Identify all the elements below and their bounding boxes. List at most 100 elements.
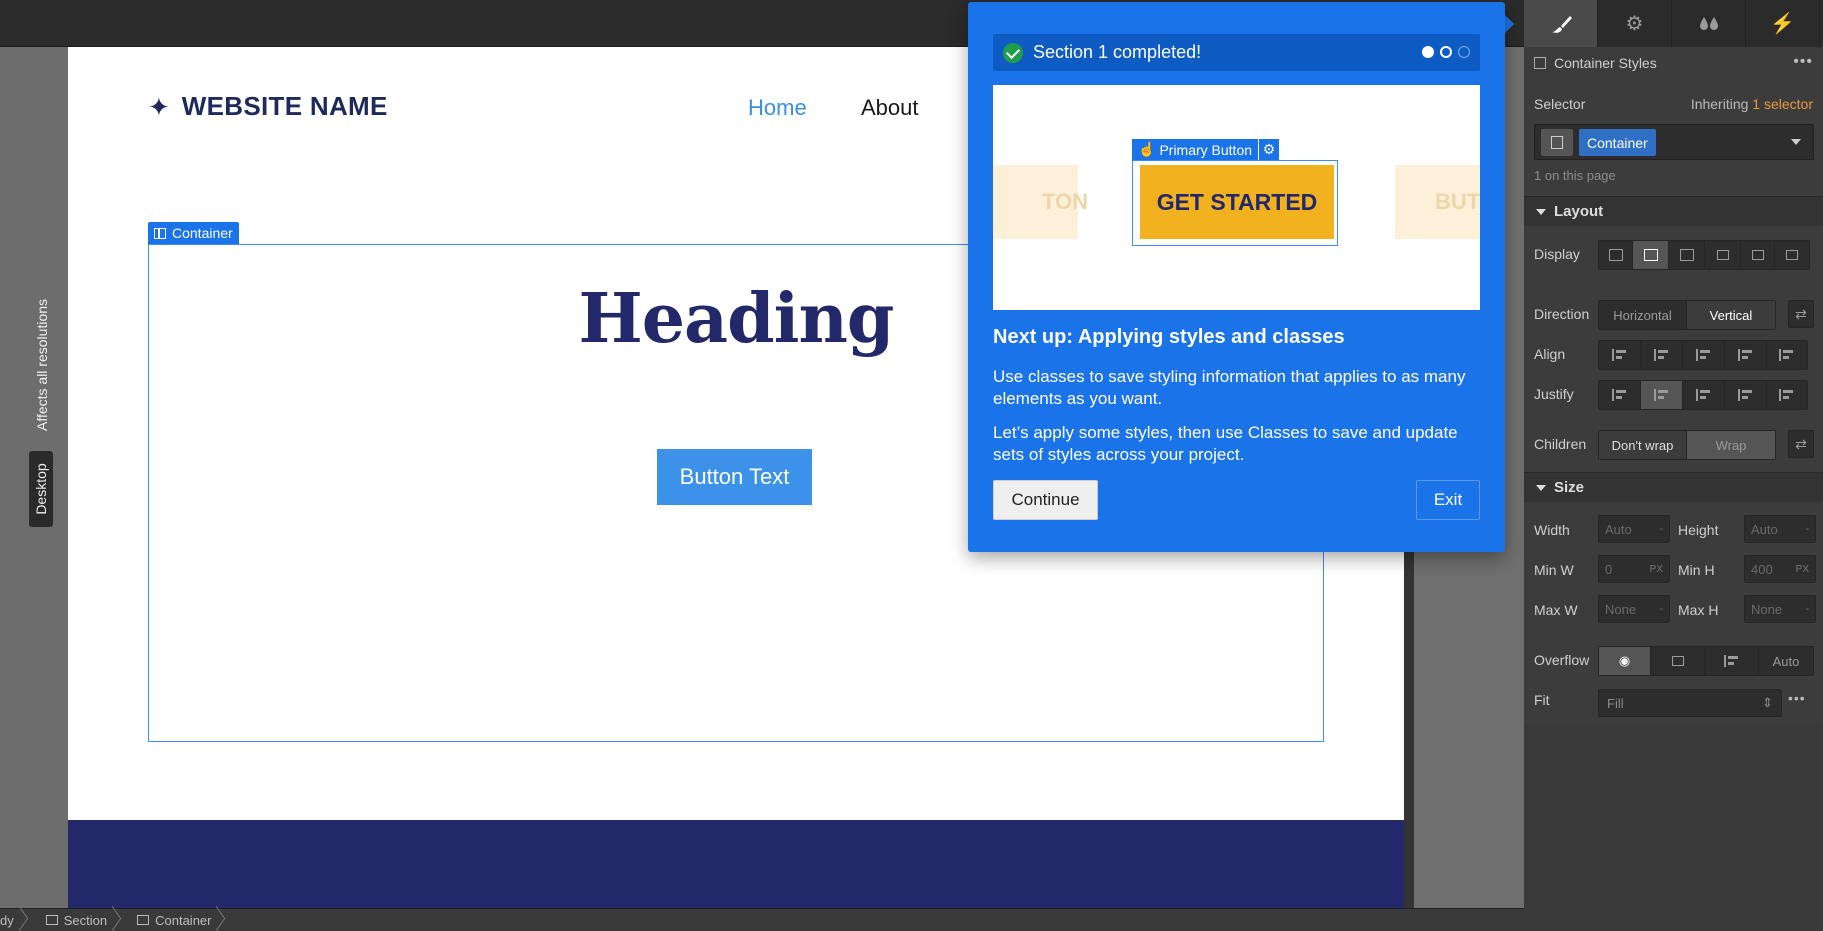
panel-more-icon[interactable]: ••• bbox=[1793, 53, 1813, 71]
ghost-button-left: TON bbox=[993, 165, 1088, 239]
display-inline-block-button[interactable] bbox=[1705, 241, 1741, 269]
align-options bbox=[1598, 340, 1808, 370]
align-end-button[interactable] bbox=[1683, 341, 1725, 369]
selector-field[interactable]: Container bbox=[1534, 124, 1814, 160]
reverse-direction-button[interactable]: ⇄ bbox=[1788, 300, 1814, 328]
scroll-icon bbox=[1723, 655, 1740, 667]
min-width-value: 0 bbox=[1605, 561, 1613, 577]
min-width-input[interactable]: 0 PX bbox=[1598, 555, 1670, 583]
children-wrap-button[interactable]: Wrap bbox=[1687, 431, 1775, 459]
swap-icon: ⇄ bbox=[1795, 435, 1807, 452]
progress-dot-todo bbox=[1458, 46, 1470, 58]
block-icon bbox=[1608, 249, 1623, 261]
children-wrap-options: Don't wrap Wrap bbox=[1598, 430, 1776, 460]
display-grid-button[interactable] bbox=[1669, 241, 1705, 269]
preview-get-started-button: GET STARTED bbox=[1140, 165, 1334, 239]
justify-around-button[interactable] bbox=[1767, 381, 1807, 409]
exit-button[interactable]: Exit bbox=[1416, 480, 1480, 520]
progress-dot-done bbox=[1422, 46, 1434, 58]
canvas-button[interactable]: Button Text bbox=[657, 449, 812, 505]
breadcrumb-body[interactable]: dy bbox=[0, 909, 24, 931]
breadcrumb-container[interactable]: Container bbox=[117, 909, 221, 931]
chevron-down-icon[interactable] bbox=[1791, 139, 1801, 145]
breadcrumb-container-label: Container bbox=[155, 912, 212, 928]
selector-chip-container[interactable]: Container bbox=[1579, 129, 1656, 156]
nav-link-home[interactable]: Home bbox=[748, 95, 807, 121]
fit-more-icon[interactable]: ••• bbox=[1788, 690, 1806, 706]
overflow-visible-button[interactable]: ◉ bbox=[1599, 647, 1651, 675]
inline-block-icon bbox=[1716, 250, 1729, 260]
overflow-label: Overflow bbox=[1534, 652, 1590, 668]
justify-between-button[interactable] bbox=[1725, 381, 1767, 409]
max-height-input[interactable]: None - bbox=[1744, 595, 1816, 623]
height-input[interactable]: Auto - bbox=[1744, 515, 1816, 543]
container-selection-tag[interactable]: Container bbox=[148, 222, 239, 244]
direction-horizontal-button[interactable]: Horizontal bbox=[1599, 301, 1687, 329]
site-brand[interactable]: ✦ WEBSITE NAME bbox=[148, 91, 388, 122]
display-flex-button[interactable] bbox=[1633, 241, 1669, 269]
caret-down-icon bbox=[1536, 484, 1546, 491]
selector-label: Selector bbox=[1534, 96, 1586, 112]
display-inline-button[interactable] bbox=[1741, 241, 1775, 269]
reverse-wrap-button[interactable]: ⇄ bbox=[1788, 430, 1814, 458]
justify-start-icon bbox=[1611, 389, 1628, 401]
align-baseline-button[interactable] bbox=[1767, 341, 1807, 369]
continue-button[interactable]: Continue bbox=[993, 480, 1098, 520]
flex-icon bbox=[1643, 249, 1658, 261]
display-none-button[interactable] bbox=[1775, 241, 1809, 269]
overflow-hidden-button[interactable] bbox=[1651, 647, 1705, 675]
fit-select[interactable]: Fill ⇕ bbox=[1598, 689, 1782, 717]
breadcrumb-section[interactable]: Section bbox=[24, 909, 117, 931]
display-label: Display bbox=[1534, 246, 1580, 262]
align-label: Align bbox=[1534, 346, 1566, 362]
direction-vertical-button[interactable]: Vertical bbox=[1687, 301, 1775, 329]
container-icon bbox=[154, 227, 166, 239]
inheriting-info[interactable]: Inheriting 1 selector bbox=[1691, 96, 1813, 112]
tab-settings[interactable]: ⚙ bbox=[1598, 0, 1672, 47]
section-status-bar: Section 1 completed! bbox=[993, 34, 1480, 71]
nav-link-about[interactable]: About bbox=[861, 95, 919, 121]
breakpoint-desktop-badge[interactable]: Desktop bbox=[29, 451, 53, 527]
justify-end-icon bbox=[1695, 389, 1712, 401]
align-center-button[interactable] bbox=[1641, 341, 1683, 369]
max-width-input[interactable]: None - bbox=[1598, 595, 1670, 623]
breadcrumb-body-label: dy bbox=[0, 912, 14, 928]
size-section-header[interactable]: Size bbox=[1524, 472, 1823, 502]
lightning-icon: ⚡ bbox=[1770, 13, 1795, 35]
ghost-left-text: TON bbox=[1041, 189, 1088, 214]
layout-section-header[interactable]: Layout bbox=[1524, 196, 1823, 226]
eye-off-icon bbox=[1671, 656, 1684, 666]
justify-center-button[interactable] bbox=[1641, 381, 1683, 409]
tab-style[interactable] bbox=[1524, 0, 1598, 47]
drops-icon bbox=[1699, 16, 1718, 30]
min-height-label: Min H bbox=[1678, 562, 1715, 578]
eye-off-icon bbox=[1786, 250, 1798, 260]
gear-icon: ⚙ bbox=[1258, 139, 1279, 160]
justify-start-button[interactable] bbox=[1599, 381, 1641, 409]
style-panel: ⚙ ⚡ Container Styles ••• Selector Inheri… bbox=[1524, 0, 1823, 931]
overflow-scroll-button[interactable] bbox=[1705, 647, 1759, 675]
justify-center-icon bbox=[1653, 389, 1670, 401]
inheriting-count: 1 selector bbox=[1752, 96, 1813, 112]
container-tag-label: Container bbox=[172, 225, 233, 241]
tab-style-manager[interactable] bbox=[1672, 0, 1746, 47]
grid-icon bbox=[1679, 249, 1694, 261]
width-input[interactable]: Auto - bbox=[1598, 515, 1670, 543]
align-start-button[interactable] bbox=[1599, 341, 1641, 369]
display-block-button[interactable] bbox=[1599, 241, 1633, 269]
align-left-icon bbox=[1611, 349, 1628, 361]
min-height-input[interactable]: 400 PX bbox=[1744, 555, 1816, 583]
overflow-auto-button[interactable]: Auto bbox=[1759, 647, 1813, 675]
justify-end-button[interactable] bbox=[1683, 381, 1725, 409]
webflow-designer: Affects all resolutions Desktop ✦ WEBSIT… bbox=[0, 0, 1823, 931]
overflow-options: ◉ Auto bbox=[1598, 646, 1814, 676]
container-icon bbox=[1534, 57, 1546, 69]
footer-section[interactable] bbox=[68, 820, 1404, 908]
affects-all-resolutions-label: Affects all resolutions bbox=[24, 285, 60, 445]
align-stretch-button[interactable] bbox=[1725, 341, 1767, 369]
fit-label: Fit bbox=[1534, 692, 1550, 708]
tab-interactions[interactable]: ⚡ bbox=[1746, 0, 1820, 47]
max-height-label: Max H bbox=[1678, 602, 1719, 618]
max-height-unit: - bbox=[1805, 603, 1809, 615]
children-dont-wrap-button[interactable]: Don't wrap bbox=[1599, 431, 1687, 459]
